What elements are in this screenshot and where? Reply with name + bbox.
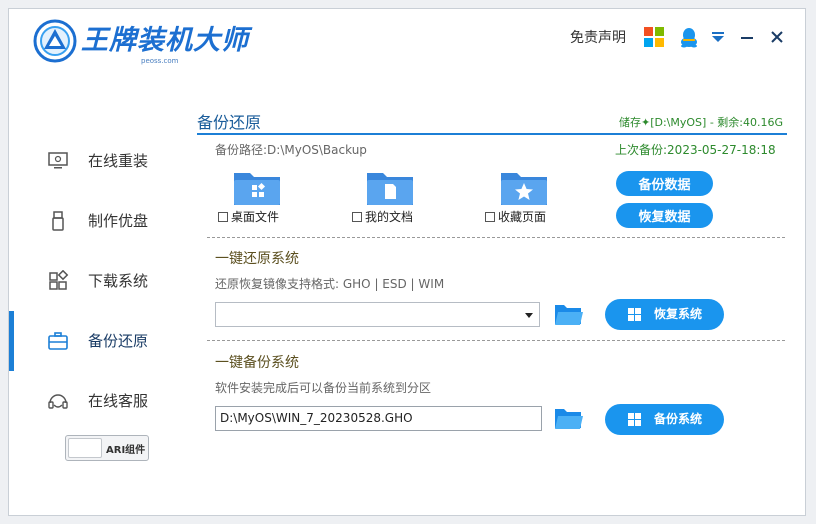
section-divider bbox=[197, 133, 787, 135]
windows-logo-icon[interactable] bbox=[644, 27, 664, 47]
section-title: 备份还原 bbox=[197, 113, 262, 132]
backup-file-path-input[interactable]: D:\MyOS\WIN_7_20230528.GHO bbox=[215, 406, 542, 431]
sidebar-item-label: 在线重装 bbox=[88, 152, 149, 170]
windows-icon bbox=[628, 413, 641, 426]
restore-data-button[interactable]: 恢复数据 bbox=[616, 203, 713, 228]
menu-dropdown-button[interactable] bbox=[708, 27, 728, 47]
close-icon bbox=[771, 31, 783, 43]
windows-icon bbox=[628, 308, 641, 321]
my-documents-checkbox[interactable]: 我的文档 bbox=[352, 210, 413, 224]
sidebar-item-label: 在线客服 bbox=[88, 392, 149, 410]
close-button[interactable] bbox=[767, 27, 787, 47]
favorites-checkbox[interactable]: 收藏页面 bbox=[485, 210, 546, 224]
backup-system-desc: 软件安装完成后可以备份当前系统到分区 bbox=[215, 381, 432, 395]
usb-drive-icon bbox=[52, 211, 64, 231]
chevron-down-icon bbox=[712, 32, 724, 42]
app-window: 王牌装机大师 peoss.com 免责声明 在线重装 制作优盘 下载系统 备份还… bbox=[8, 8, 806, 516]
minimize-icon bbox=[741, 37, 753, 39]
toggle-knob bbox=[68, 438, 102, 458]
ari-component-toggle[interactable]: ARI组件 bbox=[65, 435, 149, 461]
image-select-dropdown[interactable] bbox=[215, 302, 540, 327]
backup-data-button[interactable]: 备份数据 bbox=[616, 171, 713, 196]
browse-folder-icon[interactable] bbox=[554, 406, 584, 432]
backup-path: 备份路径:D:\MyOS\Backup bbox=[215, 143, 367, 157]
restore-system-button[interactable]: 恢复系统 bbox=[605, 299, 724, 330]
toggle-label: ARI组件 bbox=[106, 445, 146, 456]
minimize-button[interactable] bbox=[737, 27, 757, 47]
headset-icon bbox=[48, 394, 68, 409]
sidebar-item-make-usb[interactable]: 制作优盘 bbox=[9, 191, 189, 251]
logo-icon bbox=[33, 19, 77, 63]
brand-title: 王牌装机大师 bbox=[81, 25, 249, 56]
browse-folder-icon[interactable] bbox=[554, 302, 584, 328]
disclaimer-link[interactable]: 免责声明 bbox=[570, 29, 626, 47]
grid-apps-icon bbox=[49, 270, 69, 290]
brand-subtitle: peoss.com bbox=[141, 57, 179, 65]
sidebar-item-download-system[interactable]: 下载系统 bbox=[9, 251, 189, 311]
chevron-down-icon bbox=[525, 313, 533, 318]
sidebar-item-label: 制作优盘 bbox=[88, 212, 149, 230]
backup-system-title: 一键备份系统 bbox=[215, 355, 299, 371]
monitor-icon bbox=[48, 152, 68, 169]
qq-penguin-icon[interactable] bbox=[678, 26, 700, 48]
active-indicator bbox=[9, 311, 14, 371]
favorites-folder-icon bbox=[501, 173, 547, 205]
restore-system-title: 一键还原系统 bbox=[215, 251, 299, 267]
briefcase-icon bbox=[48, 332, 68, 350]
sidebar-item-online-support[interactable]: 在线客服 bbox=[9, 371, 189, 431]
sidebar-item-backup-restore[interactable]: 备份还原 bbox=[9, 311, 189, 371]
sidebar-item-label: 下载系统 bbox=[88, 272, 149, 290]
storage-info: 储存✦[D:\MyOS] - 剩余:40.16G bbox=[619, 116, 784, 129]
sidebar-item-label: 备份还原 bbox=[88, 332, 149, 350]
desktop-folder-icon bbox=[234, 173, 280, 205]
dashed-divider bbox=[207, 340, 785, 341]
restore-system-desc: 还原恢复镜像支持格式: GHO | ESD | WIM bbox=[215, 277, 445, 291]
sidebar-item-online-reinstall[interactable]: 在线重装 bbox=[9, 131, 189, 191]
last-backup-time: 上次备份:2023-05-27-18:18 bbox=[615, 143, 776, 157]
backup-system-button[interactable]: 备份系统 bbox=[605, 404, 724, 435]
document-folder-icon bbox=[367, 173, 413, 205]
desktop-files-checkbox[interactable]: 桌面文件 bbox=[218, 210, 279, 224]
dashed-divider bbox=[207, 237, 785, 238]
